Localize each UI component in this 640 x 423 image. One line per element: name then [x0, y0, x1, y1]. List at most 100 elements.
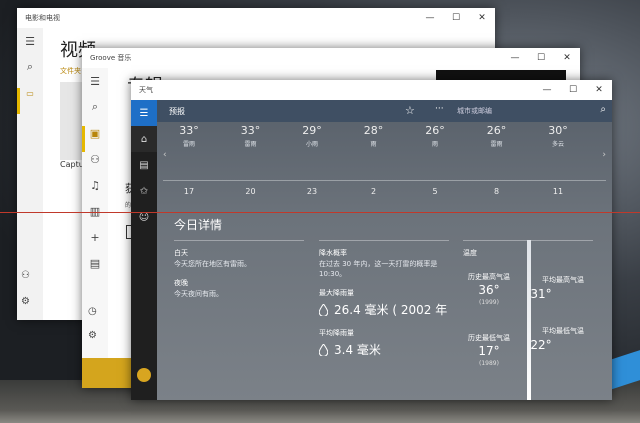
movies-close-button[interactable]: ✕: [469, 8, 495, 28]
precip-label: 降水概率: [319, 249, 347, 257]
video-library-icon[interactable]: ▭: [17, 80, 43, 106]
hourly-column[interactable]: 33° 雷雨: [229, 124, 273, 148]
settings-gear-icon[interactable]: ⚙: [88, 330, 97, 341]
avg-low-label: 平均最低气温: [542, 327, 584, 335]
raindrop-icon: [319, 343, 328, 356]
movies-window-title: 电影和电视: [25, 14, 60, 22]
groove-maximize-button[interactable]: ☐: [528, 48, 554, 68]
add-playlist-icon[interactable]: +: [82, 224, 108, 250]
weather-maximize-button[interactable]: ☐: [560, 80, 586, 100]
movies-minimize-button[interactable]: —: [417, 8, 443, 28]
hourly-condition: 小雨: [305, 141, 318, 148]
groove-minimize-button[interactable]: —: [502, 48, 528, 68]
hourly-column[interactable]: 29° 小雨: [290, 124, 334, 148]
hourly-time-label: 23: [306, 187, 318, 196]
movies-maximize-button[interactable]: ☐: [443, 8, 469, 28]
hourly-forecast: ‹ › 33° 雷雨 17 33° 雷雨 20 29° 小雨 23 28° 雨 2 26° 雨 5 26° 雷雨…: [157, 122, 612, 204]
hourly-temperature: 26°: [425, 124, 445, 137]
hourly-temperature: 33°: [179, 124, 199, 137]
avg-high-label: 平均最高气温: [542, 276, 584, 284]
precip-text-2: 10:30。: [319, 270, 347, 278]
day-label: 白天: [174, 249, 188, 257]
night-label: 夜晚: [174, 279, 188, 287]
weather-close-button[interactable]: ✕: [586, 80, 612, 100]
weather-header-bar: 预报 ☆ ··· 城市或邮编 ⌕: [157, 100, 612, 122]
movies-nav-selection: [17, 88, 20, 114]
hourly-condition: 雨: [370, 141, 377, 148]
hourly-column[interactable]: 26° 雨: [413, 124, 457, 148]
hourly-condition: 雷雨: [182, 141, 195, 148]
hist-low-year: (1989): [479, 360, 499, 367]
hamburger-menu-icon[interactable]: ☰: [82, 68, 108, 94]
hourly-temperature: 30°: [548, 124, 568, 137]
equalizer-icon[interactable]: ▥: [82, 198, 108, 224]
today-details-heading: 今日详情: [174, 218, 223, 232]
favorite-star-icon[interactable]: ☆: [405, 104, 415, 117]
movies-titlebar[interactable]: 电影和电视 — ☐ ✕: [17, 8, 495, 28]
settings-gear-icon[interactable]: ⚙: [21, 296, 30, 307]
hourly-column[interactable]: 28° 雨: [352, 124, 396, 148]
groove-nav-selection: [82, 126, 85, 152]
avg-rain-label: 平均降雨量: [319, 329, 354, 337]
hourly-time-label: 5: [432, 187, 438, 196]
clock-icon[interactable]: ◷: [88, 306, 97, 317]
smiley-icon[interactable]: ☺: [131, 204, 157, 230]
playlist-icon[interactable]: ▤: [82, 250, 108, 276]
more-options-icon[interactable]: ···: [435, 104, 444, 114]
hourly-temperature: 28°: [363, 124, 384, 137]
video-caption: Captu: [60, 160, 84, 169]
hourly-condition: 多云: [551, 141, 564, 148]
hist-high-label: 历史最高气温: [468, 273, 510, 281]
hourly-temperature: 33°: [240, 124, 261, 137]
search-icon[interactable]: ⌕: [17, 54, 43, 80]
hamburger-menu-icon[interactable]: ☰: [17, 28, 43, 54]
hourly-time-label: 20: [245, 187, 256, 196]
hist-low-label: 历史最低气温: [468, 334, 510, 342]
hourly-time-label: 8: [493, 187, 500, 196]
maps-icon[interactable]: ▤: [131, 152, 157, 178]
city-search-input[interactable]: 城市或邮编: [453, 103, 607, 118]
hourly-temperature: 26°: [486, 124, 507, 137]
temperature-range-bar: [527, 240, 531, 400]
scroll-right-chevron-icon[interactable]: ›: [602, 150, 606, 160]
day-text: 今天您所在地区有雷雨。: [174, 260, 251, 268]
album-icon[interactable]: ▣: [82, 120, 108, 146]
forecast-heading: 预报: [169, 106, 185, 116]
red-guide-line: [0, 212, 640, 213]
search-icon[interactable]: ⌕: [82, 94, 108, 120]
hamburger-menu-icon[interactable]: ☰: [131, 100, 157, 126]
scroll-left-chevron-icon[interactable]: ‹: [163, 150, 167, 160]
night-text: 今天夜间有雨。: [174, 290, 223, 298]
movies-folder-tab[interactable]: 文件夹: [60, 66, 81, 76]
hourly-column[interactable]: 30° 多云: [536, 124, 580, 148]
temperature-label: 温度: [463, 249, 477, 257]
songs-icon[interactable]: ♫: [82, 172, 108, 198]
weather-content: 预报 ☆ ··· 城市或邮编 ⌕ ‹ › 33° 雷雨 17 33° 雷雨 20 29° 小雨…: [157, 100, 612, 400]
groove-titlebar[interactable]: Groove 音乐 — ☐ ✕: [82, 48, 580, 68]
hist-high-value: 36°: [478, 283, 500, 297]
search-icon[interactable]: ⌕: [600, 104, 606, 115]
favorites-icon[interactable]: ✩: [131, 178, 157, 204]
home-icon[interactable]: ⌂: [131, 126, 157, 152]
hourly-condition: 雷雨: [490, 141, 503, 148]
max-rain-value: 26.4 毫米 ( 2002 年: [334, 303, 448, 317]
hist-low-value: 17°: [478, 344, 500, 358]
hourly-column[interactable]: 26° 雷雨: [475, 124, 519, 148]
hourly-temperature: 29°: [302, 124, 322, 137]
raindrop-icon: [319, 303, 328, 316]
weather-minimize-button[interactable]: —: [534, 80, 560, 100]
hist-high-year: (1999): [479, 299, 499, 306]
weather-window-title: 天气: [139, 86, 153, 94]
weather-window[interactable]: 天气 — ☐ ✕ ☰ ⌂ ▤ ✩ ☺ 预报 ☆ ··· 城市或邮编 ⌕ ‹ › …: [131, 80, 612, 400]
hourly-time-label: 2: [370, 187, 377, 196]
groove-close-button[interactable]: ✕: [554, 48, 580, 68]
account-icon[interactable]: ⚇: [21, 270, 30, 281]
weather-titlebar[interactable]: 天气 — ☐ ✕: [131, 80, 612, 100]
hourly-time-label: 11: [552, 187, 564, 196]
groove-window-title: Groove 音乐: [90, 54, 132, 62]
hourly-condition: 雷雨: [244, 141, 257, 148]
hourly-column[interactable]: 33° 雷雨: [167, 124, 211, 148]
artist-icon[interactable]: ⚇: [82, 146, 108, 172]
account-avatar[interactable]: [137, 368, 151, 382]
weather-nav-rail: ☰ ⌂ ▤ ✩ ☺: [131, 100, 157, 400]
